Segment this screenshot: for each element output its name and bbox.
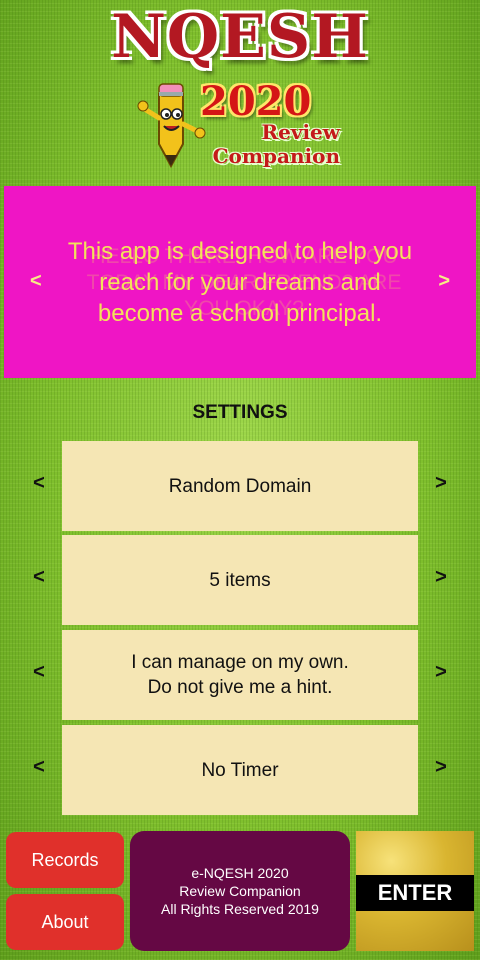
banner-prev-button[interactable]: < [30, 270, 42, 293]
hint-setting-line1: I can manage on my own. [131, 652, 349, 673]
hint-next-button[interactable]: > [429, 661, 453, 684]
items-count-value: 5 items [209, 569, 271, 591]
domain-setting-value: Random Domain [168, 475, 312, 497]
copyright-line1: e-NQESH 2020 [191, 865, 289, 881]
items-count-setting[interactable]: 5 items [62, 535, 418, 625]
records-button[interactable]: Records [6, 832, 124, 888]
copyright-line3: All Rights Reserved 2019 [161, 901, 319, 917]
logo-subtitle-companion: Companion [212, 144, 340, 168]
banner-next-button[interactable]: > [438, 270, 450, 293]
logo-subtitle-review: Review [261, 120, 340, 144]
domain-next-button[interactable]: > [429, 472, 453, 495]
timer-prev-button[interactable]: < [27, 756, 51, 779]
about-button[interactable]: About [6, 894, 124, 950]
enter-button-label: ENTER [356, 875, 474, 911]
domain-setting[interactable]: Random Domain [62, 441, 418, 531]
items-next-button[interactable]: > [429, 566, 453, 589]
banner-message: This app is designed to help you reach f… [67, 237, 413, 327]
app-logo: NQESH 2020 Review Companion [0, 0, 480, 180]
hint-prev-button[interactable]: < [27, 661, 51, 684]
domain-prev-button[interactable]: < [27, 472, 51, 495]
enter-button[interactable]: ENTER [356, 831, 474, 951]
info-banner: < HELLO THERE! HOW ARE YOU TODAY MY DEAR… [4, 186, 476, 378]
hint-setting[interactable]: I can manage on my own. Do not give me a… [62, 630, 418, 720]
settings-heading: SETTINGS [192, 402, 288, 423]
logo-title: NQESH [111, 2, 369, 72]
items-prev-button[interactable]: < [27, 566, 51, 589]
timer-next-button[interactable]: > [429, 756, 453, 779]
copyright-box: e-NQESH 2020 Review Companion All Rights… [130, 831, 350, 951]
copyright-line2: Review Companion [179, 883, 301, 899]
timer-setting[interactable]: No Timer [62, 725, 418, 815]
timer-setting-value: No Timer [201, 759, 279, 781]
hint-setting-line2: Do not give me a hint. [147, 677, 333, 698]
logo-year: 2020 [200, 78, 312, 125]
